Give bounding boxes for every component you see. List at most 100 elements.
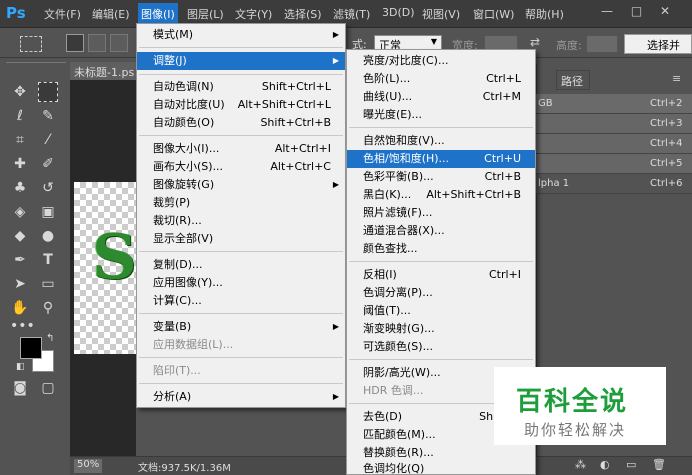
menu-item-analysis[interactable]: 分析(A) ▶ — [137, 388, 345, 406]
menu-layer[interactable]: 图层(L) — [187, 6, 224, 22]
menu-item-color-balance[interactable]: 色彩平衡(B)... Ctrl+B — [347, 168, 535, 186]
lasso-tool-icon[interactable]: ℓ — [10, 106, 30, 126]
rectangle-tool-icon[interactable]: ▭ — [38, 274, 58, 294]
brush-tool-icon[interactable]: ✐ — [38, 154, 58, 174]
menu-item-exposure[interactable]: 曝光度(E)... — [347, 106, 535, 124]
menu-file[interactable]: 文件(F) — [44, 6, 81, 22]
menu-window[interactable]: 窗口(W) — [473, 6, 514, 22]
menu-item-gradient-map[interactable]: 渐变映射(G)... — [347, 320, 535, 338]
add-selection-icon[interactable] — [88, 34, 106, 52]
tab-paths[interactable]: 路径 — [556, 70, 590, 90]
channel-row[interactable]: Ctrl+5 — [536, 154, 692, 174]
blur-tool-icon[interactable]: ◆ — [10, 226, 30, 246]
window-controls[interactable]: — □ ✕ — [593, 4, 683, 22]
dodge-tool-icon[interactable]: ● — [38, 226, 58, 246]
swap-colors-icon[interactable]: ↰ — [46, 333, 54, 344]
menu-3d[interactable]: 3D(D) — [382, 6, 415, 22]
menu-item-photo-filter[interactable]: 照片滤镜(F)... — [347, 204, 535, 222]
zoom-level[interactable]: 50% — [74, 459, 102, 473]
more-tools-icon[interactable]: ••• — [10, 316, 35, 336]
move-tool-icon[interactable]: ✥ — [10, 82, 30, 102]
foreground-color-swatch[interactable] — [20, 337, 42, 359]
height-label: 高度: — [556, 39, 582, 52]
channel-row[interactable]: Ctrl+4 — [536, 134, 692, 154]
height-input[interactable] — [586, 35, 618, 53]
menu-item-selective-color[interactable]: 可选颜色(S)... — [347, 338, 535, 356]
healing-brush-tool-icon[interactable]: ✚ — [10, 154, 30, 174]
type-tool-icon[interactable]: T — [38, 250, 58, 270]
channel-row[interactable]: GB Ctrl+2 — [536, 94, 692, 114]
menu-edit[interactable]: 编辑(E) — [92, 6, 130, 22]
pen-tool-icon[interactable]: ✒ — [10, 250, 30, 270]
menu-item-variables[interactable]: 变量(B) ▶ — [137, 318, 345, 336]
chevron-right-icon: ▶ — [332, 56, 339, 65]
marquee-preset-icon[interactable] — [20, 36, 42, 52]
menu-item-equalize[interactable]: 色调均化(Q) — [347, 460, 535, 475]
menu-item-calculations[interactable]: 计算(C)... — [137, 292, 345, 310]
tool-panel-grip[interactable] — [6, 62, 66, 68]
document-tab[interactable]: 未标题-1.ps — [70, 62, 138, 80]
menu-item-vibrance[interactable]: 自然饱和度(V)... — [347, 132, 535, 150]
clone-stamp-tool-icon[interactable]: ♣ — [10, 178, 30, 198]
new-group-icon[interactable]: ▭ — [626, 458, 636, 471]
menu-item-auto-contrast[interactable]: 自动对比度(U) Alt+Shift+Ctrl+L — [137, 96, 345, 114]
eraser-tool-icon[interactable]: ◈ — [10, 202, 30, 222]
menu-item-threshold[interactable]: 阈值(T)... — [347, 302, 535, 320]
menu-image[interactable]: 图像(I) — [138, 3, 178, 25]
crop-tool-icon[interactable]: ⌗ — [10, 130, 30, 150]
menu-item-canvas-size[interactable]: 画布大小(S)... Alt+Ctrl+C — [137, 158, 345, 176]
channel-row[interactable]: lpha 1 Ctrl+6 — [536, 174, 692, 194]
menu-item-image-size[interactable]: 图像大小(I)... Alt+Ctrl+I — [137, 140, 345, 158]
menu-item-levels[interactable]: 色阶(L)... Ctrl+L — [347, 70, 535, 88]
menu-item-duplicate[interactable]: 复制(D)... — [137, 256, 345, 274]
menu-item-apply-image[interactable]: 应用图像(Y)... — [137, 274, 345, 292]
swap-icon[interactable]: ⇄ — [530, 35, 540, 49]
menu-separator — [349, 261, 533, 262]
menu-item-adjust[interactable]: 调整(J) ▶ — [137, 52, 345, 70]
menu-item-hue-saturation[interactable]: 色相/饱和度(H)... Ctrl+U — [347, 150, 535, 168]
menu-view[interactable]: 视图(V) — [422, 6, 460, 22]
menu-separator — [139, 74, 343, 75]
zoom-tool-icon[interactable]: ⚲ — [38, 298, 58, 318]
trash-icon[interactable]: 🗑 — [652, 458, 666, 471]
menu-item-image-rotation[interactable]: 图像旋转(G) ▶ — [137, 176, 345, 194]
menu-item-trim[interactable]: 裁切(R)... — [137, 212, 345, 230]
menu-item-crop[interactable]: 裁剪(P) — [137, 194, 345, 212]
menu-item-color-lookup[interactable]: 颜色查找... — [347, 240, 535, 258]
quick-selection-tool-icon[interactable]: ✎ — [38, 106, 58, 126]
menu-filter[interactable]: 滤镜(T) — [333, 6, 370, 22]
subtract-selection-icon[interactable] — [110, 34, 128, 52]
layer-mask-icon[interactable]: ◐ — [600, 458, 610, 471]
minimize-icon[interactable]: — — [601, 4, 613, 18]
screen-mode-icon[interactable]: ▢ — [38, 378, 58, 398]
eyedropper-tool-icon[interactable]: ⁄ — [38, 130, 58, 150]
menu-help[interactable]: 帮助(H) — [525, 6, 564, 22]
menu-item-posterize[interactable]: 色调分离(P)... — [347, 284, 535, 302]
menu-item-channel-mixer[interactable]: 通道混合器(X)... — [347, 222, 535, 240]
menu-item-black-white[interactable]: 黑白(K)... Alt+Shift+Ctrl+B — [347, 186, 535, 204]
menu-item-brightness-contrast[interactable]: 亮度/对比度(C)... — [347, 52, 535, 70]
default-colors-icon[interactable]: ◧ — [16, 362, 25, 372]
menu-type[interactable]: 文字(Y) — [235, 6, 272, 22]
menu-item-curves[interactable]: 曲线(U)... Ctrl+M — [347, 88, 535, 106]
menu-separator — [349, 359, 533, 360]
link-layers-icon[interactable]: ⁂ — [575, 458, 586, 471]
menu-select[interactable]: 选择(S) — [284, 6, 322, 22]
panel-menu-icon[interactable]: ≡ — [672, 72, 681, 85]
marquee-tool-icon[interactable] — [38, 82, 58, 102]
menu-item-invert[interactable]: 反相(I) Ctrl+I — [347, 266, 535, 284]
hand-tool-icon[interactable]: ✋ — [10, 298, 30, 318]
menu-item-auto-color[interactable]: 自动颜色(O) Shift+Ctrl+B — [137, 114, 345, 132]
new-selection-icon[interactable] — [66, 34, 84, 52]
menu-item-reveal-all[interactable]: 显示全部(V) — [137, 230, 345, 248]
path-selection-tool-icon[interactable]: ➤ — [10, 274, 30, 294]
maximize-icon[interactable]: □ — [631, 4, 642, 18]
channel-row[interactable]: Ctrl+3 — [536, 114, 692, 134]
gradient-tool-icon[interactable]: ▣ — [38, 202, 58, 222]
select-and-mask-button[interactable]: 选择并 — [624, 34, 692, 54]
menu-item-mode[interactable]: 模式(M) ▶ — [137, 26, 345, 44]
menu-item-auto-tone[interactable]: 自动色调(N) Shift+Ctrl+L — [137, 78, 345, 96]
close-icon[interactable]: ✕ — [660, 4, 670, 18]
quick-mask-icon[interactable]: ◙ — [10, 378, 30, 398]
history-brush-tool-icon[interactable]: ↺ — [38, 178, 58, 198]
